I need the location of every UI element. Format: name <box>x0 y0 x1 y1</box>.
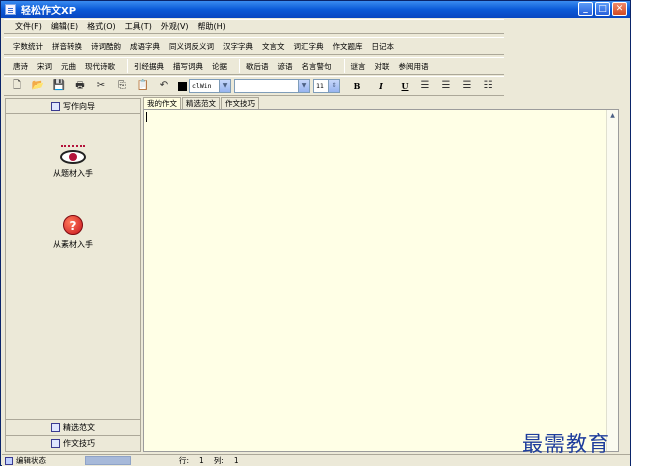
cut-icon[interactable]: ✂ <box>93 78 109 94</box>
title-bar[interactable]: 轻松作文XP _ □ ✕ <box>1 1 630 18</box>
tools-toolbar: 字数统计 拼音转换 诗词酷韵 成语字典 同义词反义词 汉字字典 文言文 词汇字典… <box>4 37 504 55</box>
align-left-icon[interactable]: ☰ <box>417 78 433 94</box>
copy-icon[interactable]: ⎘ <box>114 78 130 94</box>
menu-edit[interactable]: 编辑(E) <box>51 21 78 32</box>
italic-button[interactable]: I <box>374 79 388 93</box>
toolbar-separator <box>239 59 240 73</box>
tool-description-dict[interactable]: 描写词典 <box>173 61 203 72</box>
undo-icon[interactable]: ↶ <box>156 78 172 94</box>
spinner-arrows-icon[interactable]: ⇕ <box>328 80 339 92</box>
tool-pinyin[interactable]: 拼音转换 <box>52 41 82 52</box>
question-icon: ? <box>63 215 83 235</box>
new-file-icon[interactable]: 🗋 <box>9 78 25 94</box>
tool-couplets[interactable]: 对联 <box>375 61 390 72</box>
tool-word-count[interactable]: 字数统计 <box>13 41 43 52</box>
tool-yuan-qu[interactable]: 元曲 <box>61 61 76 72</box>
menu-view[interactable]: 外观(V) <box>161 21 189 32</box>
toolbar-separator <box>343 59 345 73</box>
menu-tools[interactable]: 工具(T) <box>125 21 152 32</box>
tool-xiehouyu[interactable]: 歇后语 <box>246 61 269 72</box>
essay-editor[interactable]: ▲ <box>143 109 619 452</box>
chevron-down-icon[interactable]: ▼ <box>219 80 230 92</box>
row-label: 行: <box>179 456 190 465</box>
eye-icon <box>60 150 86 164</box>
format-toolbar: 🗋 📂 💾 🖶 ✂ ⎘ 📋 ↶ clWin ▼ ▼ 11 ⇕ B I U ☰ ☰… <box>4 76 504 96</box>
menu-bar: 文件(F) 编辑(E) 格式(O) 工具(T) 外观(V) 帮助(H) <box>4 19 504 34</box>
tool-reference-phrases[interactable]: 参阅用语 <box>399 61 429 72</box>
tool-tang-poems[interactable]: 唐诗 <box>13 61 28 72</box>
book-icon <box>51 101 60 111</box>
paste-icon[interactable]: 📋 <box>135 78 151 94</box>
library-toolbar: 唐诗 宋词 元曲 现代诗歌 引经据典 描写词典 论据 歇后语 谚语 名言警句 谜… <box>4 57 504 75</box>
tab-my-essay[interactable]: 我的作文 <box>143 97 181 109</box>
selected-essays-button[interactable]: 精选范文 <box>6 419 140 434</box>
writing-guide-header[interactable]: 写作向导 <box>6 99 140 114</box>
tool-hanzi-dict[interactable]: 汉字字典 <box>223 41 253 52</box>
menu-format[interactable]: 格式(O) <box>87 21 116 32</box>
app-icon <box>5 4 16 15</box>
save-icon[interactable]: 💾 <box>51 78 67 94</box>
tool-synonym-antonym[interactable]: 同义词反义词 <box>169 41 214 52</box>
tool-famous-quotes[interactable]: 名言警句 <box>302 61 332 72</box>
tool-song-ci[interactable]: 宋词 <box>37 61 52 72</box>
tool-poetry-rhyme[interactable]: 诗词酷韵 <box>91 41 121 52</box>
tool-sayings[interactable]: 谜言 <box>351 61 366 72</box>
toolbar-separator <box>127 59 128 73</box>
guide-item-material[interactable]: ? 从素材入手 <box>6 215 140 250</box>
tool-idiom-dict[interactable]: 成语字典 <box>130 41 160 52</box>
tool-essay-topics[interactable]: 作文题库 <box>333 41 363 52</box>
font-size-spinner[interactable]: 11 ⇕ <box>313 79 340 93</box>
guide-body: 从题材入手 ? 从素材入手 <box>6 115 140 418</box>
chevron-down-icon[interactable]: ▼ <box>298 80 309 92</box>
font-name-select[interactable]: ▼ <box>234 79 310 93</box>
color-select[interactable]: clWin ▼ <box>189 79 231 93</box>
tool-proverbs[interactable]: 谚语 <box>278 61 293 72</box>
vertical-scrollbar[interactable]: ▲ <box>606 110 618 451</box>
close-button[interactable]: ✕ <box>612 2 627 16</box>
guide-item-topic[interactable]: 从题材入手 <box>6 145 140 179</box>
align-right-icon[interactable]: ☰ <box>459 78 475 94</box>
tool-quotations[interactable]: 引经据典 <box>134 61 164 72</box>
align-center-icon[interactable]: ☰ <box>438 78 454 94</box>
col-value: 1 <box>233 456 239 465</box>
text-caret <box>146 112 147 122</box>
writing-guide-panel: 写作向导 从题材入手 ? 从素材入手 精选范文 作文技巧 <box>5 98 141 452</box>
col-label: 列: <box>213 456 224 465</box>
tips-icon <box>51 438 60 448</box>
tool-modern-poetry[interactable]: 现代诗歌 <box>85 61 115 72</box>
tab-selected-essays[interactable]: 精选范文 <box>182 97 220 109</box>
tab-writing-tips[interactable]: 作文技巧 <box>221 97 259 109</box>
tool-vocab-dict[interactable]: 词汇字典 <box>294 41 324 52</box>
edit-status-icon <box>5 456 13 465</box>
eyelash-decoration <box>61 145 85 149</box>
bullet-list-icon[interactable]: ☷ <box>480 78 496 94</box>
menu-help[interactable]: 帮助(H) <box>198 21 226 32</box>
writing-tips-button[interactable]: 作文技巧 <box>6 435 140 450</box>
editor-tabs: 我的作文 精选范文 作文技巧 <box>143 97 260 109</box>
underline-button[interactable]: U <box>398 79 412 93</box>
document-icon <box>51 422 60 432</box>
maximize-button[interactable]: □ <box>595 2 610 16</box>
menu-file[interactable]: 文件(F) <box>15 21 42 32</box>
edit-status-text: 编辑状态 <box>16 456 46 465</box>
window-title: 轻松作文XP <box>21 6 77 17</box>
font-color-swatch[interactable] <box>178 81 187 91</box>
minimize-button[interactable]: _ <box>578 2 593 16</box>
scroll-up-icon[interactable]: ▲ <box>607 110 618 121</box>
row-value: 1 <box>199 456 204 465</box>
bold-button[interactable]: B <box>350 79 364 93</box>
tool-classical-chinese[interactable]: 文言文 <box>262 41 285 52</box>
tool-diary[interactable]: 日记本 <box>372 41 395 52</box>
status-progress <box>85 456 131 465</box>
open-folder-icon[interactable]: 📂 <box>30 78 46 94</box>
print-icon[interactable]: 🖶 <box>72 78 88 94</box>
watermark-logo: 最需教育 <box>522 432 610 456</box>
app-window: 轻松作文XP _ □ ✕ 文件(F) 编辑(E) 格式(O) 工具(T) 外观(… <box>0 0 631 466</box>
tool-arguments[interactable]: 论据 <box>212 61 227 72</box>
